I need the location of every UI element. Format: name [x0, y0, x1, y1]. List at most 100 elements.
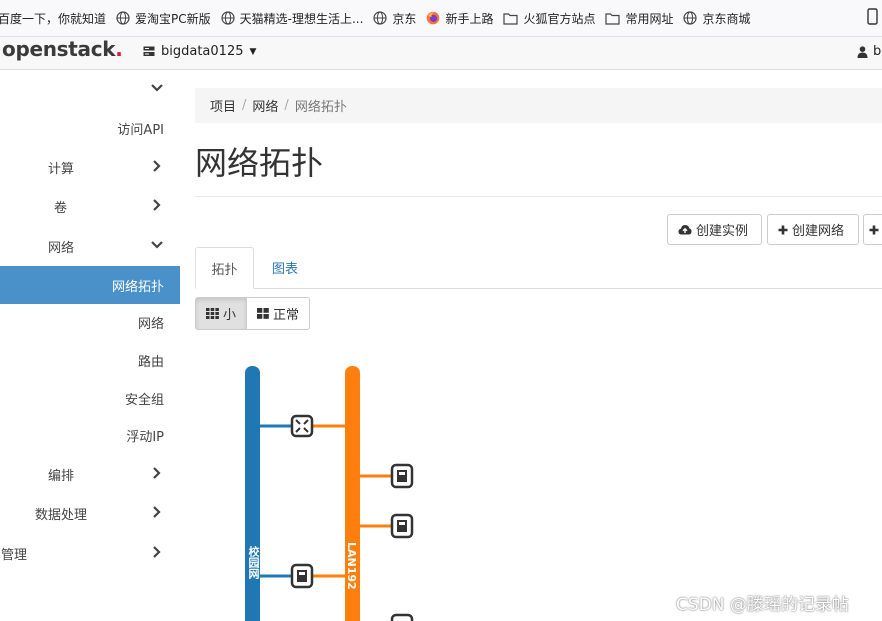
create-instance-label: 创建实例 — [696, 224, 749, 239]
chevron-right-icon — [153, 199, 161, 211]
cloud-upload-icon — [678, 225, 692, 235]
normal-size-button[interactable]: 正常 — [247, 297, 311, 330]
chevron-right-icon — [153, 506, 161, 518]
breadcrumb-network[interactable]: 网络 — [252, 96, 278, 115]
bookmark-getting-started[interactable]: 新手上路 — [426, 10, 493, 27]
sidebar-item-label: 路由 — [137, 355, 164, 370]
chevron-right-icon — [153, 160, 161, 172]
user-icon — [857, 45, 868, 58]
sidebar-item-api-access[interactable]: 访问API — [0, 109, 180, 147]
network-topology-canvas: 校园网 LAN192 — [195, 340, 882, 621]
bookmark-tmall[interactable]: 天猫精选-理想生活上... — [221, 10, 363, 27]
folder-icon — [605, 12, 621, 25]
sidebar-item-data-processing[interactable]: 数据处理 — [0, 494, 180, 532]
bookmark-label: 百度一下，你就知道 — [0, 11, 107, 26]
sidebar-item-label: 网络拓扑 — [111, 280, 164, 295]
mobile-bookmarks-icon[interactable] — [866, 8, 882, 28]
bookmark-label: 京东 — [392, 11, 417, 26]
sidebar-item-routers[interactable]: 路由 — [0, 341, 180, 379]
tab-label: 图表 — [271, 262, 298, 277]
bookmark-label: 常用网址 — [625, 11, 674, 26]
server-icon — [143, 46, 155, 56]
breadcrumb-separator: / — [284, 98, 289, 113]
globe-icon — [116, 11, 130, 25]
create-network-button[interactable]: 创建网络 — [767, 214, 859, 245]
user-menu[interactable]: bi — [857, 44, 882, 59]
project-selector[interactable]: bigdata0125 ▼ — [143, 44, 256, 59]
normal-size-label: 正常 — [273, 308, 300, 323]
bookmark-label: 新手上路 — [445, 11, 494, 26]
globe-icon — [221, 11, 235, 25]
sidebar-item-network[interactable]: 网络 — [0, 227, 180, 265]
sidebar-item-volumes[interactable]: 卷 — [0, 187, 180, 225]
sidebar-item-orchestration[interactable]: 编排 — [0, 455, 180, 493]
create-network-label: 创建网络 — [792, 224, 845, 239]
bookmark-label: 京东商城 — [702, 11, 751, 26]
tab-graph[interactable]: 图表 — [257, 247, 313, 288]
create-instance-button[interactable]: 创建实例 — [667, 214, 762, 245]
sidebar-item-label: 数据处理 — [35, 508, 88, 523]
th-icon — [206, 308, 219, 319]
view-tabs: 拓扑 图表 — [195, 247, 882, 289]
router-icon[interactable] — [290, 414, 314, 438]
bookmark-baidu[interactable]: 百度一下，你就知道 — [0, 10, 106, 27]
chevron-right-icon — [153, 546, 161, 558]
user-name: bi — [873, 44, 882, 59]
bookmark-aitaobao[interactable]: 爱淘宝PC新版 — [116, 10, 211, 27]
bookmark-firefox-site[interactable]: 火狐官方站点 — [503, 10, 595, 27]
sidebar-item-label: 访问API — [117, 123, 164, 138]
chevron-down-icon — [151, 84, 163, 92]
sidebar-item-label: 计算 — [48, 162, 75, 177]
folder-icon — [503, 12, 519, 25]
globe-icon — [683, 11, 698, 25]
breadcrumb-project[interactable]: 项目 — [210, 96, 236, 115]
topology-graph — [245, 366, 414, 621]
brand-dot: . — [115, 37, 123, 61]
instance-icon[interactable] — [390, 463, 414, 489]
sidebar-item-compute[interactable]: 计算 — [0, 148, 180, 186]
sidebar-item-label: 卷 — [54, 201, 68, 216]
sidebar-item-label: 网络 — [137, 317, 164, 332]
breadcrumb-separator: / — [242, 98, 247, 113]
top-navbar: openstack. bigdata0125 ▼ bi — [0, 37, 882, 70]
bookmark-common-urls[interactable]: 常用网址 — [605, 10, 673, 27]
instance-icon[interactable] — [390, 613, 414, 621]
breadcrumb-network-topology: 网络拓扑 — [294, 100, 347, 115]
bookmark-jd-mall[interactable]: 京东商城 — [683, 10, 751, 27]
sidebar-item-label: 安全组 — [124, 393, 164, 408]
bookmarks-bar: 百度一下，你就知道 爱淘宝PC新版 天猫精选-理想生活上... 京东 新手上路 … — [0, 0, 882, 37]
sidebar-item-label: 管理 — [1, 548, 28, 563]
sidebar-item-floating-ips[interactable]: 浮动IP — [0, 416, 180, 454]
csdn-watermark: CSDN @滕瑶的记录帖 — [676, 595, 849, 615]
sidebar-item-admin[interactable]: 管理 — [0, 534, 180, 572]
sidebar-item-security-groups[interactable]: 安全组 — [0, 379, 180, 417]
sidebar-item-label: 网络 — [48, 241, 75, 256]
plus-icon — [778, 225, 788, 234]
sidebar-item-project-toggle[interactable] — [0, 70, 180, 108]
sidebar-item-networks[interactable]: 网络 — [0, 303, 180, 341]
network-label-campus: 校园网 — [247, 546, 260, 579]
breadcrumb: 项目 / 网络 / 网络拓扑 — [195, 88, 882, 123]
tab-topology[interactable]: 拓扑 — [195, 247, 254, 289]
network-label-lan192: LAN192 — [345, 542, 358, 590]
sidebar-item-label: 浮动IP — [126, 430, 164, 445]
instance-icon[interactable] — [390, 513, 414, 539]
caret-down-icon: ▼ — [249, 46, 257, 57]
sidebar-item-network-topology[interactable]: 网络拓扑 — [0, 266, 180, 304]
small-size-button[interactable]: 小 — [195, 297, 248, 330]
sidebar-item-label: 编排 — [48, 469, 75, 484]
firefox-icon — [427, 11, 440, 25]
project-name: bigdata0125 — [161, 44, 244, 59]
globe-icon — [373, 11, 388, 25]
network-bar-campus[interactable] — [245, 366, 260, 621]
th-large-icon — [257, 308, 269, 319]
openstack-logo[interactable]: openstack. — [2, 37, 123, 61]
create-more-button[interactable] — [863, 214, 882, 245]
plus-icon — [869, 225, 879, 234]
page-title: 网络拓扑 — [195, 144, 324, 182]
tab-label: 拓扑 — [211, 262, 238, 278]
instance-icon[interactable] — [290, 563, 314, 589]
bookmark-jd[interactable]: 京东 — [373, 10, 416, 27]
bookmark-label: 火狐官方站点 — [523, 11, 596, 26]
title-divider — [195, 196, 882, 197]
